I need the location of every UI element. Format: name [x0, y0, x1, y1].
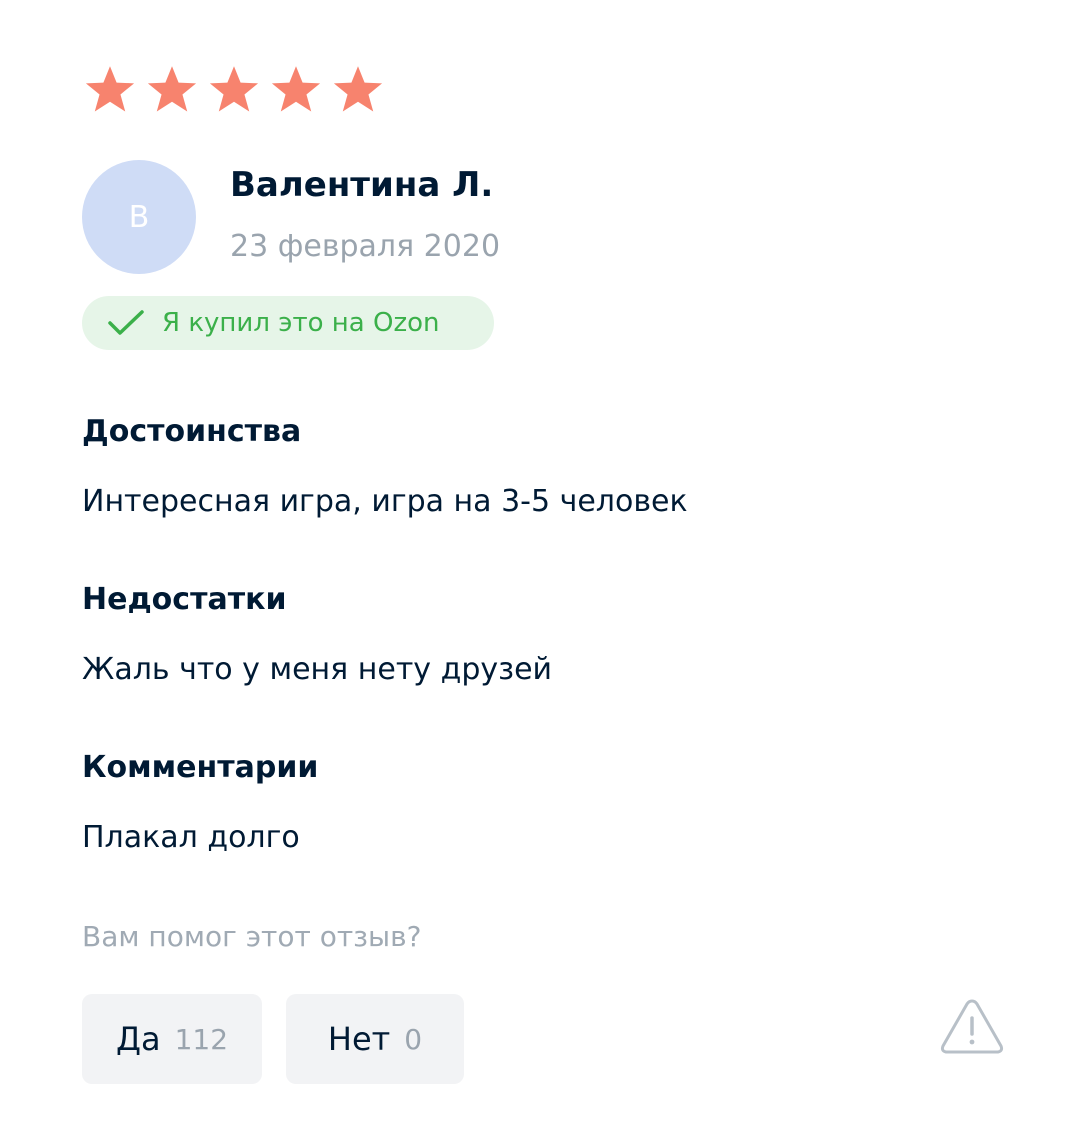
vote-no-count: 0 [404, 1022, 423, 1056]
section-title: Достоинства [82, 414, 302, 449]
vote-no-button[interactable]: Нет 0 [286, 994, 464, 1084]
author-info: Валентина Л. 23 февраля 2020 [230, 165, 500, 265]
author-name[interactable]: Валентина Л. [230, 165, 500, 205]
star-icon [330, 64, 386, 114]
star-icon [82, 64, 138, 114]
star-icon [268, 64, 324, 114]
vote-yes-label: Да [115, 1020, 161, 1058]
vote-no-label: Нет [327, 1020, 391, 1058]
review-author: В Валентина Л. 23 февраля 2020 [82, 160, 500, 274]
rating-stars [82, 64, 1012, 114]
report-button[interactable] [938, 996, 1006, 1056]
section-text: Плакал долго [82, 820, 300, 855]
helpful-question: Вам помог этот отзыв? [82, 920, 422, 953]
review-date: 23 февраля 2020 [230, 229, 501, 264]
avatar: В [82, 160, 196, 274]
section-text: Жаль что у меня нету друзей [82, 652, 553, 687]
vote-yes-count: 112 [174, 1022, 229, 1056]
section-title: Комментарии [82, 750, 319, 785]
checkmark-icon [108, 310, 144, 335]
verified-purchase-badge: Я купил это на Ozon [82, 296, 494, 350]
comments-section: Комментарии Плакал долго [82, 750, 318, 856]
cons-section: Недостатки Жаль что у меня нету друзей [82, 582, 552, 688]
verified-label: Я купил это на Ozon [162, 308, 440, 338]
star-icon [144, 64, 200, 114]
avatar-initial: В [128, 199, 150, 235]
section-text: Интересная игра, игра на 3-5 человек [82, 484, 688, 519]
review-card: В Валентина Л. 23 февраля 2020 Я купил э… [82, 64, 1012, 1084]
vote-yes-button[interactable]: Да 112 [82, 994, 262, 1084]
star-icon [206, 64, 262, 114]
pros-section: Достоинства Интересная игра, игра на 3-5… [82, 414, 688, 520]
warning-triangle-icon [940, 999, 1004, 1054]
section-title: Недостатки [82, 582, 287, 617]
